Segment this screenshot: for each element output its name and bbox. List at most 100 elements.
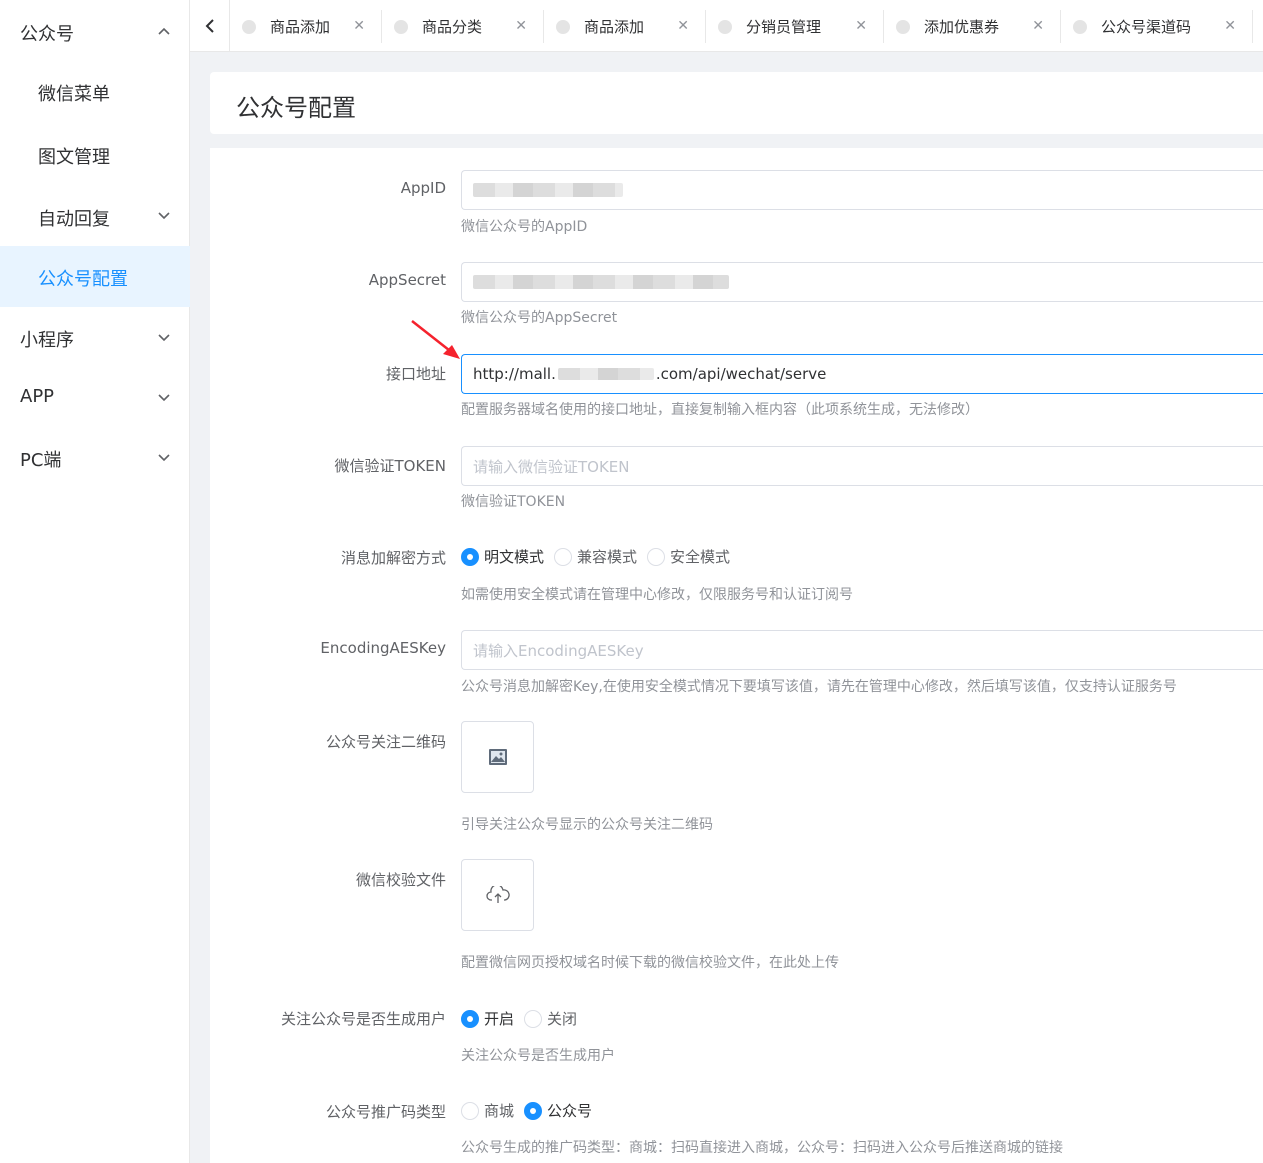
tab-label: 商品分类	[422, 18, 483, 36]
redacted-value	[557, 368, 654, 380]
promo-type-tip: 公众号生成的推广码类型：商城：扫码直接进入商城，公众号：扫码进入公众号后推送商城…	[461, 1140, 1063, 1156]
follow-create-user-radio-group: 开启 关闭	[461, 1008, 587, 1029]
tab-label: 分销员管理	[746, 18, 822, 36]
promo-type-radio-group: 商城 公众号	[461, 1100, 602, 1121]
api-url-prefix: http://mall.	[473, 365, 556, 383]
radio-label: 公众号	[547, 1102, 593, 1120]
radio-circle	[647, 547, 666, 566]
close-icon[interactable]: ✕	[353, 18, 365, 34]
tab-add-coupon[interactable]: 添加优惠券 ✕	[884, 10, 1061, 43]
tab-channel-code[interactable]: 公众号渠道码 ✕	[1061, 10, 1253, 43]
tabs-scroll-left-button[interactable]	[190, 0, 230, 51]
close-icon[interactable]: ✕	[1224, 18, 1236, 34]
encrypt-mode-radio-group: 明文模式 兼容模式 安全模式	[461, 546, 740, 567]
token-input[interactable]: 请输入微信验证TOKEN	[461, 446, 1263, 486]
qrcode-tip: 引导关注公众号显示的公众号关注二维码	[461, 817, 713, 833]
tab-status-dot	[718, 19, 732, 34]
tab-label: 商品添加	[270, 18, 331, 36]
appsecret-input[interactable]	[461, 262, 1263, 302]
chevron-left-icon	[205, 19, 214, 33]
token-label: 微信验证TOKEN	[334, 457, 446, 475]
radio-compatible-mode[interactable]: 兼容模式	[554, 546, 637, 567]
radio-disable[interactable]: 关闭	[524, 1008, 577, 1029]
sidebar-item-wechat-menu[interactable]: 微信菜单	[0, 70, 190, 110]
aes-key-tip: 公众号消息加解密Key,在使用安全模式情况下要填写该值，请先在管理中心修改，然后…	[461, 679, 1177, 695]
radio-label: 明文模式	[484, 548, 545, 566]
radio-circle	[554, 547, 573, 566]
api-url-label: 接口地址	[385, 365, 446, 383]
close-icon[interactable]: ✕	[1032, 18, 1044, 34]
sidebar-group-pc[interactable]: PC端	[0, 438, 190, 478]
appid-tip: 微信公众号的AppID	[461, 219, 588, 235]
tab-label: 添加优惠券	[924, 18, 1000, 36]
appsecret-tip: 微信公众号的AppSecret	[461, 310, 618, 326]
appid-input[interactable]	[461, 170, 1263, 210]
tab-product-category[interactable]: 商品分类 ✕	[382, 10, 544, 43]
radio-plaintext-mode[interactable]: 明文模式	[461, 546, 544, 567]
sidebar-group-label: APP	[20, 386, 55, 407]
token-placeholder: 请输入微信验证TOKEN	[473, 457, 630, 476]
follow-create-user-tip: 关注公众号是否生成用户	[461, 1048, 615, 1064]
redacted-value	[473, 275, 729, 289]
verify-file-label: 微信校验文件	[355, 871, 446, 889]
aes-key-placeholder: 请输入EncodingAESKey	[473, 641, 644, 660]
sidebar-item-label: 公众号配置	[38, 269, 128, 290]
sidebar-group-app[interactable]: APP	[0, 378, 190, 418]
close-icon[interactable]: ✕	[677, 18, 689, 34]
radio-label: 关闭	[547, 1010, 578, 1028]
close-icon[interactable]: ✕	[515, 18, 527, 34]
close-icon[interactable]: ✕	[855, 18, 867, 34]
sidebar: 公众号 微信菜单 图文管理 自动回复 公众号配置 小程序 APP PC端	[0, 0, 190, 1163]
annotation-arrow-icon	[411, 320, 460, 359]
tab-status-dot	[556, 19, 570, 34]
verify-file-upload[interactable]	[461, 859, 534, 931]
cloud-upload-icon	[485, 886, 510, 903]
aes-key-input[interactable]: 请输入EncodingAESKey	[461, 630, 1263, 670]
tab-label: 公众号渠道码	[1101, 18, 1192, 36]
appsecret-label: AppSecret	[368, 271, 446, 289]
tab-label: 商品添加	[584, 18, 645, 36]
radio-circle	[524, 1009, 543, 1028]
image-icon	[488, 749, 507, 765]
tab-product-add[interactable]: 商品添加 ✕	[230, 10, 382, 43]
chevron-down-icon	[158, 394, 170, 404]
sidebar-item-label: 微信菜单	[38, 84, 110, 105]
sidebar-item-label: 自动回复	[38, 209, 110, 230]
radio-circle	[461, 1009, 479, 1028]
qrcode-label: 公众号关注二维码	[325, 733, 446, 751]
tabs-bar: 商品添加 ✕ 商品分类 ✕ 商品添加 ✕ 分销员管理 ✕ 添加优惠券 ✕ 公众号…	[190, 0, 1263, 52]
sidebar-group-label: 小程序	[20, 330, 74, 351]
radio-label: 兼容模式	[577, 548, 638, 566]
api-url-input[interactable]: http://mall. .com/api/wechat/serve	[461, 354, 1263, 394]
radio-official-account[interactable]: 公众号	[524, 1100, 592, 1121]
chevron-down-icon	[158, 454, 170, 464]
radio-label: 安全模式	[670, 548, 731, 566]
appid-label: AppID	[400, 179, 446, 197]
sidebar-item-auto-reply[interactable]: 自动回复	[0, 195, 190, 235]
sidebar-group-miniprogram[interactable]: 小程序	[0, 318, 190, 358]
config-form: AppID 微信公众号的AppID AppSecret 微信公众号的AppSec…	[210, 148, 1263, 1163]
sidebar-group-label: PC端	[20, 450, 62, 471]
sidebar-item-label: 图文管理	[38, 147, 110, 168]
sidebar-group-gongzhonghao[interactable]: 公众号	[0, 10, 190, 50]
sidebar-item-account-config[interactable]: 公众号配置	[0, 256, 190, 296]
sidebar-item-article-management[interactable]: 图文管理	[0, 133, 190, 173]
verify-file-tip: 配置微信网页授权域名时候下载的微信校验文件，在此处上传	[461, 955, 839, 971]
aes-key-label: EncodingAESKey	[320, 639, 446, 657]
encrypt-mode-tip: 如需使用安全模式请在管理中心修改，仅限服务号和认证订阅号	[461, 587, 853, 603]
qrcode-upload[interactable]	[461, 721, 534, 793]
tab-distributor-management[interactable]: 分销员管理 ✕	[706, 10, 884, 43]
follow-create-user-label: 关注公众号是否生成用户	[280, 1010, 446, 1028]
encrypt-mode-label: 消息加解密方式	[340, 549, 446, 567]
token-tip: 微信验证TOKEN	[461, 494, 566, 510]
radio-circle	[461, 1101, 479, 1120]
sidebar-group-label: 公众号	[20, 24, 74, 45]
chevron-down-icon	[158, 334, 170, 344]
radio-enable[interactable]: 开启	[461, 1008, 514, 1029]
tab-product-add-2[interactable]: 商品添加 ✕	[544, 10, 706, 43]
radio-circle	[461, 547, 479, 566]
radio-secure-mode[interactable]: 安全模式	[647, 546, 730, 567]
tab-status-dot	[896, 19, 910, 34]
radio-mall[interactable]: 商城	[461, 1100, 514, 1121]
radio-circle	[524, 1101, 543, 1120]
